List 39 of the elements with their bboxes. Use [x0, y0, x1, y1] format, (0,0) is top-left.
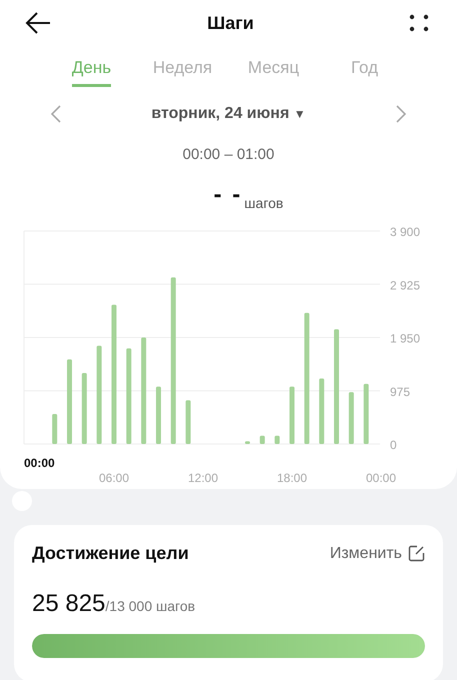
axis-label: 18:00	[276, 471, 308, 485]
edit-button[interactable]: Изменить	[330, 544, 425, 562]
axis-label: 12:00	[188, 471, 218, 485]
date-picker[interactable]: вторник, 24 июня ▼	[145, 104, 312, 124]
chevron-right-icon[interactable]	[395, 104, 407, 124]
chart-bar	[245, 441, 250, 444]
axis-label: 06:00	[98, 471, 130, 485]
step-value: - -	[214, 183, 242, 207]
period-tab[interactable]: Год	[350, 54, 378, 87]
step-unit: шагов	[244, 195, 284, 211]
step-count: 25 825	[32, 590, 106, 618]
goal-target: /13 000 шагов	[105, 598, 196, 614]
chart-bar	[364, 384, 369, 444]
axis-label: 00:00	[366, 471, 396, 485]
chart-bar	[319, 378, 324, 444]
more-icon[interactable]	[408, 13, 429, 33]
axis-label: 1 950	[390, 332, 420, 346]
chart-bar	[82, 373, 87, 444]
period-tab[interactable]: День	[72, 54, 112, 87]
page-title: Шаги	[207, 12, 254, 34]
card-title: Достижение цели	[32, 543, 189, 564]
time-range: 00:00 – 01:00	[182, 146, 276, 163]
period-tab[interactable]: Месяц	[248, 54, 300, 87]
chart-bar	[290, 386, 294, 444]
chart-bar	[274, 436, 280, 444]
chevron-left-icon[interactable]	[50, 104, 62, 124]
chart-bar	[156, 386, 161, 444]
chart-bar	[348, 392, 354, 444]
edit-icon	[408, 545, 425, 562]
back-icon[interactable]	[24, 11, 52, 35]
axis-label: 3 900	[390, 225, 420, 239]
chart-bar	[260, 436, 265, 444]
axis-label: 0	[390, 438, 397, 452]
axis-label: 975	[390, 384, 410, 399]
selected-time: 00:00	[24, 456, 55, 470]
chart-bar	[52, 414, 58, 444]
axis-label: 2 925	[390, 278, 420, 292]
period-tab[interactable]: Неделя	[152, 54, 212, 87]
chart-bar	[186, 400, 191, 444]
